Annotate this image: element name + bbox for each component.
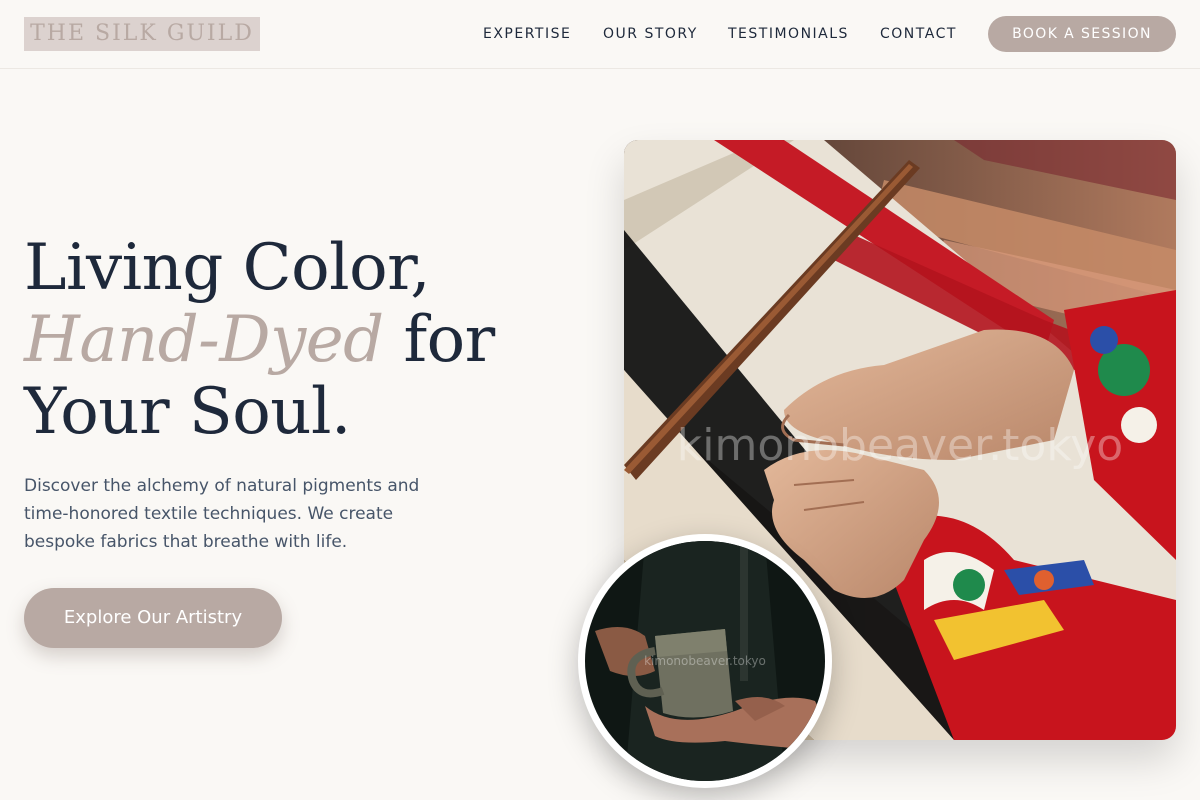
explore-artistry-button[interactable]: Explore Our Artistry — [24, 588, 282, 648]
site-header: THE SILK GUILD EXPERTISE OUR STORY TESTI… — [0, 0, 1200, 69]
headline-line3: Your Soul. — [24, 375, 351, 449]
hero-subtext: Discover the alchemy of natural pigments… — [24, 476, 420, 552]
book-session-button[interactable]: BOOK A SESSION — [988, 16, 1176, 52]
nav-link-our-story[interactable]: OUR STORY — [603, 25, 698, 43]
nav-link-contact[interactable]: CONTACT — [880, 25, 957, 43]
headline-line2-rest: for — [383, 303, 495, 377]
main-image-watermark: kimonobeaver.tokyo — [676, 420, 1124, 471]
cup-image-frame: kimonobeaver.tokyo — [578, 534, 832, 788]
nav-link-testimonials[interactable]: TESTIMONIALS — [728, 25, 849, 43]
headline-line1: Living Color, — [24, 231, 431, 305]
nav-link-expertise[interactable]: EXPERTISE — [483, 25, 571, 43]
cup-image: kimonobeaver.tokyo — [585, 541, 825, 781]
cup-image-watermark: kimonobeaver.tokyo — [644, 654, 766, 668]
headline-accent: Hand-Dyed — [24, 303, 384, 377]
hero-headline: Living Color, Hand-Dyed for Your Soul. — [24, 232, 544, 448]
